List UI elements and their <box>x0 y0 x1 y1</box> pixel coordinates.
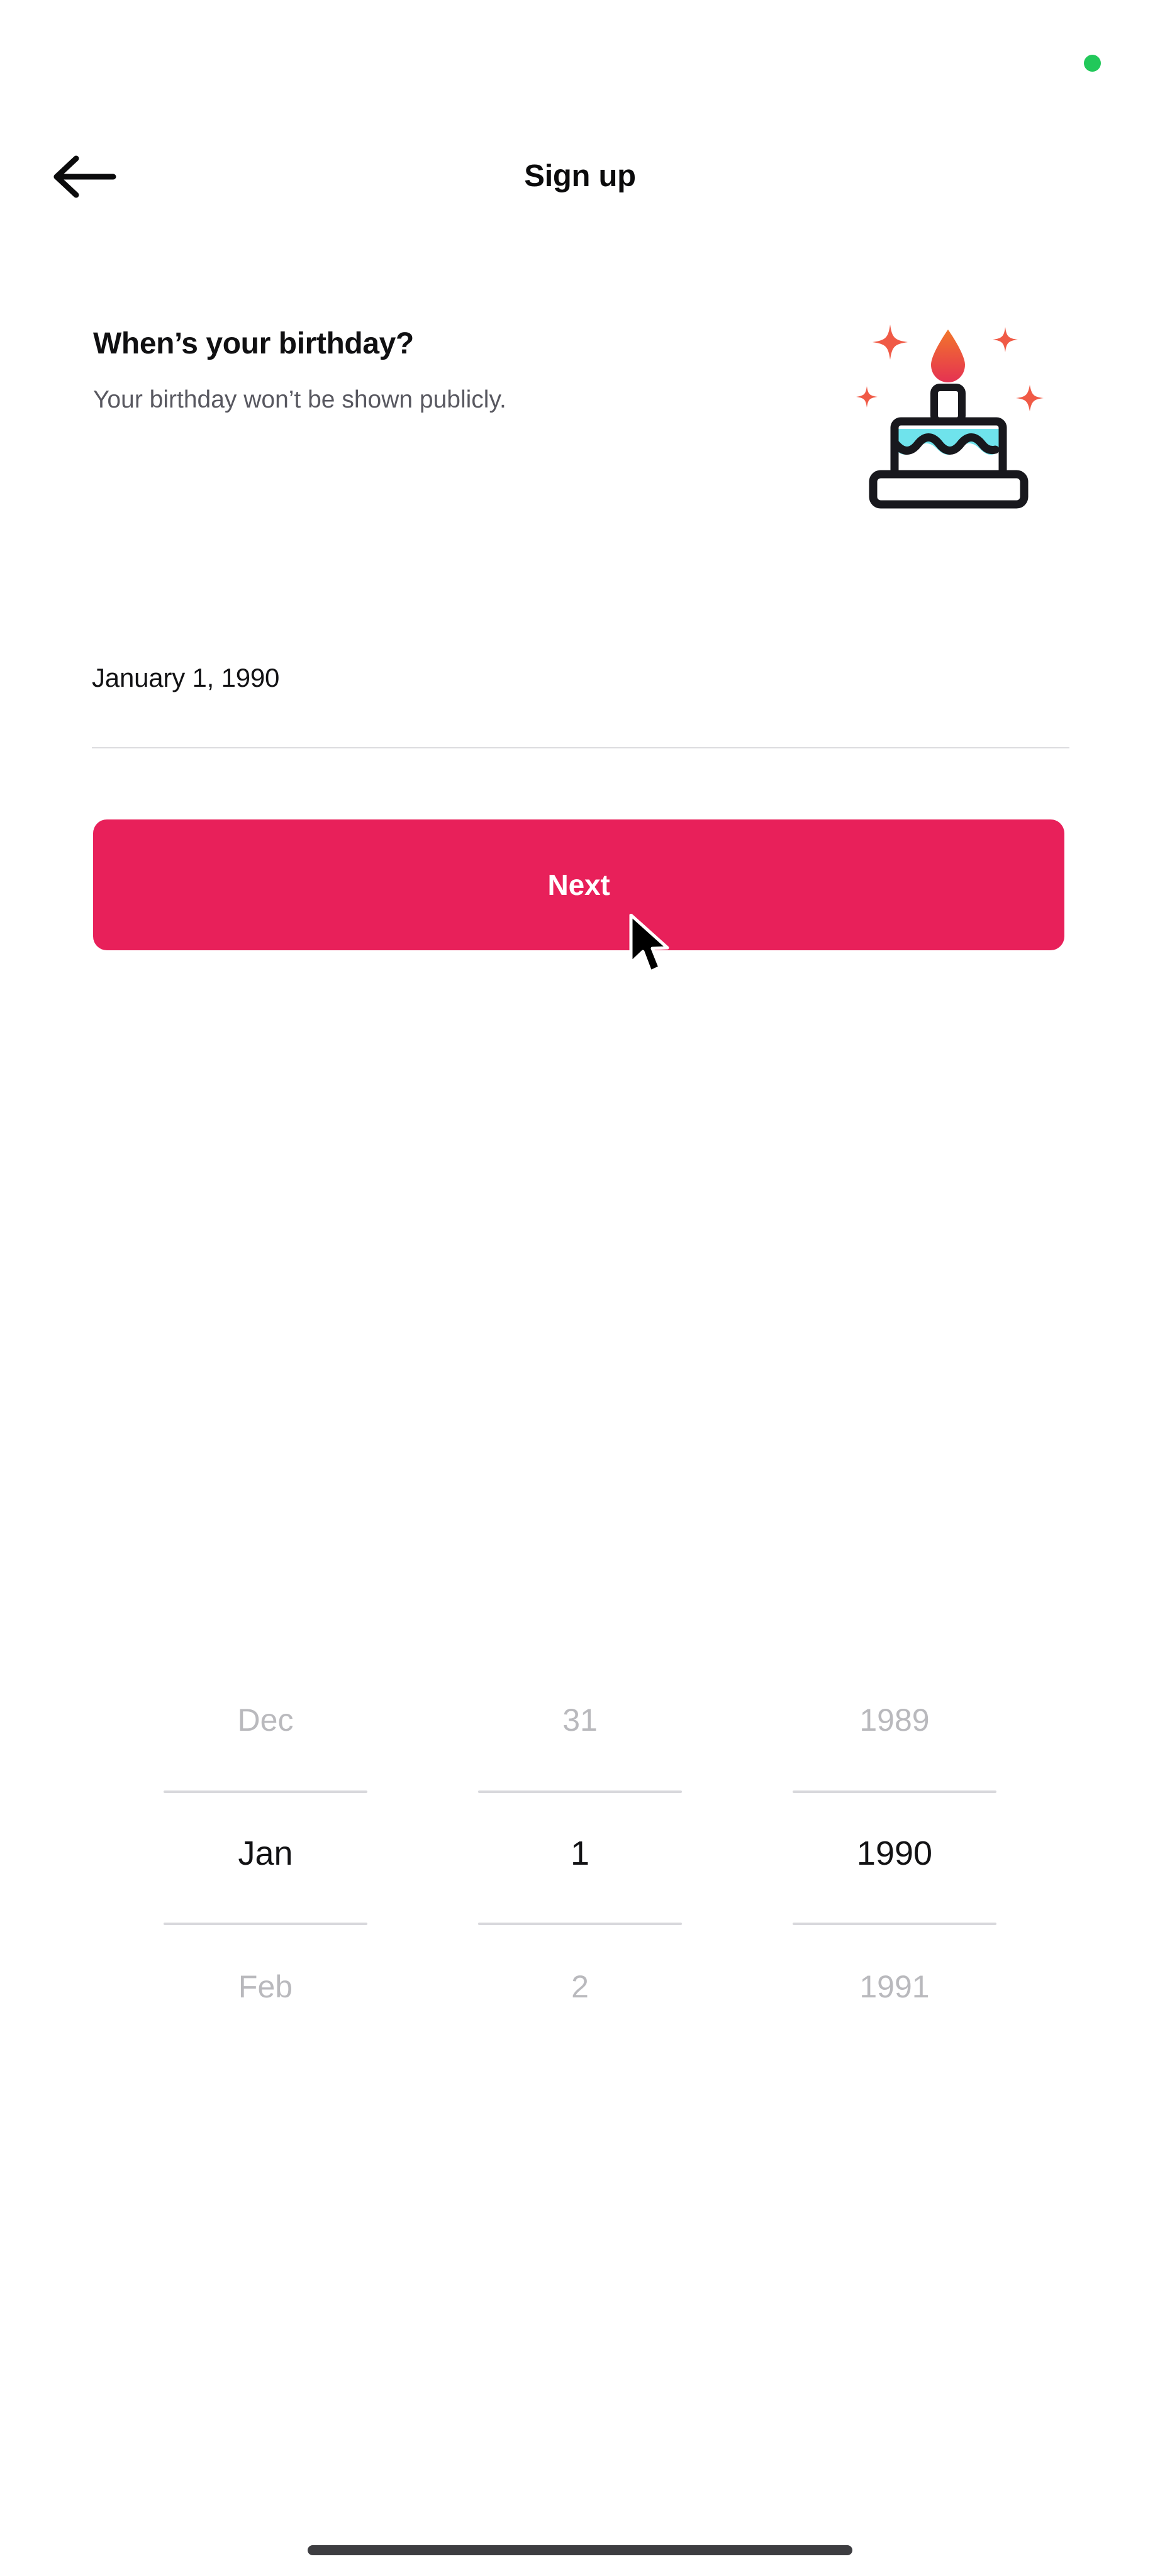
birthday-date-value[interactable]: January 1, 1990 <box>92 663 279 693</box>
picker-column-day[interactable]: 31 1 2 <box>423 1654 737 2057</box>
birthday-privacy-subtitle: Your birthday won’t be shown publicly. <box>93 386 506 413</box>
heading-block: When’s your birthday? Your birthday won’… <box>93 327 785 416</box>
picker-option-next[interactable]: 1991 <box>737 1921 1052 2053</box>
page-title: Sign up <box>524 159 636 193</box>
arrow-left-icon <box>53 155 116 198</box>
picker-option-selected[interactable]: 1 <box>423 1787 737 1919</box>
home-indicator[interactable] <box>308 2545 852 2555</box>
picker-column-month[interactable]: Dec Jan Feb <box>108 1654 423 2057</box>
picker-option-label: Dec <box>237 1702 294 1738</box>
picker-option-previous[interactable]: 31 <box>423 1654 737 1786</box>
picker-option-selected[interactable]: Jan <box>108 1787 423 1919</box>
birthday-date-field[interactable]: January 1, 1990 <box>92 654 1069 748</box>
picker-option-label: 31 <box>562 1702 598 1738</box>
picker-option-label: Jan <box>238 1835 293 1872</box>
picker-option-selected[interactable]: 1990 <box>737 1787 1052 1919</box>
field-underline <box>92 747 1069 748</box>
picker-option-label: 1990 <box>856 1835 933 1872</box>
birthday-cake-icon <box>850 309 1046 523</box>
picker-option-label: 2 <box>571 1969 589 2004</box>
birthday-question-heading: When’s your birthday? <box>93 327 414 360</box>
app-screen: Sign up When’s your birthday? Your birth… <box>0 0 1160 2576</box>
back-button[interactable] <box>44 136 126 218</box>
recording-dot-icon <box>1084 55 1101 72</box>
picker-column-year[interactable]: 1989 1990 1991 <box>737 1654 1052 2057</box>
picker-option-previous[interactable]: 1989 <box>737 1654 1052 1786</box>
picker-option-previous[interactable]: Dec <box>108 1654 423 1786</box>
picker-option-label: 1 <box>570 1835 590 1872</box>
navigation-bar: Sign up <box>0 126 1160 226</box>
picker-option-next[interactable]: 2 <box>423 1921 737 2053</box>
picker-option-label: Feb <box>238 1969 293 2004</box>
picker-option-next[interactable]: Feb <box>108 1921 423 2053</box>
next-button[interactable]: Next <box>93 819 1064 950</box>
birthday-wheel-picker[interactable]: Dec Jan Feb 31 1 2 1989 1990 1991 <box>108 1654 1052 2057</box>
picker-option-label: 1989 <box>859 1702 930 1738</box>
picker-option-label: 1991 <box>859 1969 930 2004</box>
